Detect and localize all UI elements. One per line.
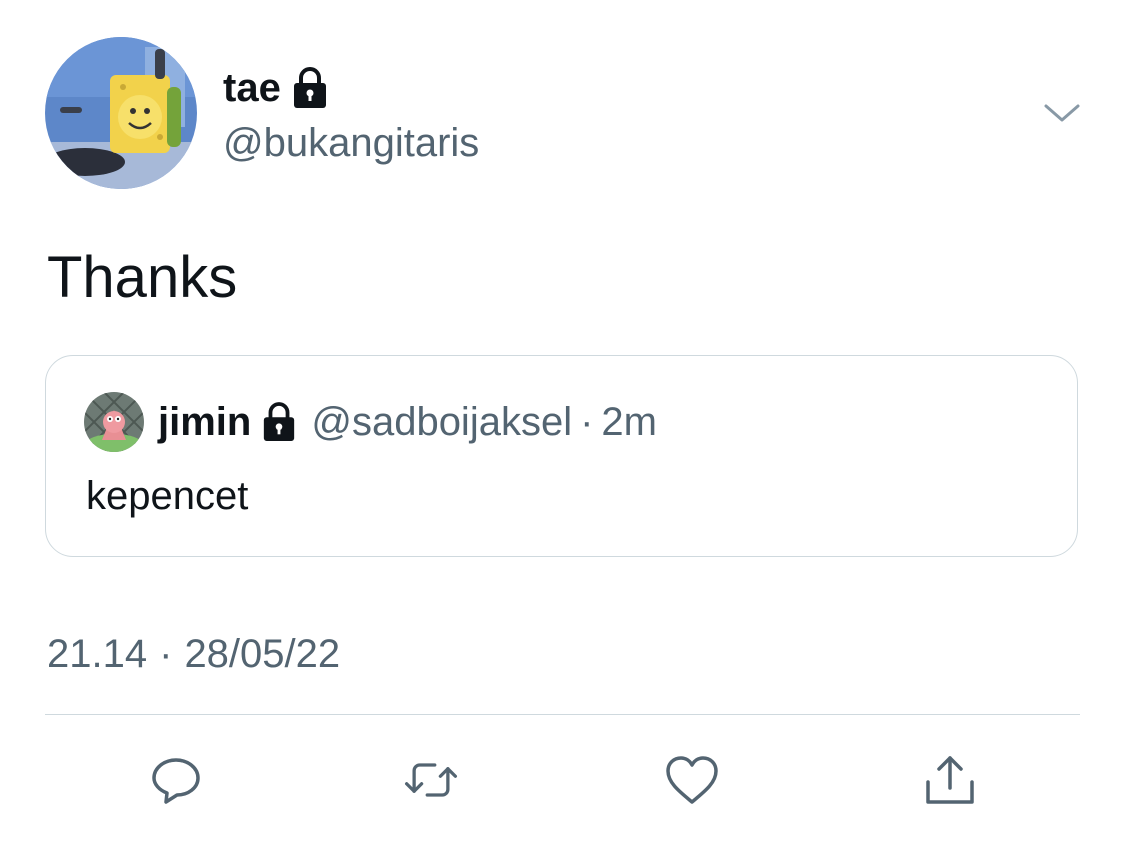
lock-icon — [291, 66, 329, 110]
reply-button[interactable] — [146, 752, 206, 808]
author-avatar[interactable] — [45, 37, 197, 189]
divider — [45, 714, 1080, 715]
tweet-text: Thanks — [47, 245, 238, 310]
share-icon — [926, 756, 974, 804]
lock-icon — [261, 401, 297, 443]
quoted-handle: @sadboijaksel — [311, 399, 573, 444]
author-display-name[interactable]: tae — [223, 62, 281, 114]
tweet-date: 28/05/22 — [184, 632, 341, 676]
share-button[interactable] — [920, 752, 980, 808]
author-name-row: tae — [223, 62, 329, 114]
tweet-meta-separator: · — [159, 632, 173, 676]
like-button[interactable] — [662, 752, 722, 808]
author-handle[interactable]: @bukangitaris — [223, 118, 479, 168]
spongebob-avatar-image — [45, 37, 197, 189]
patrick-avatar-image — [84, 392, 144, 452]
quoted-separator: · — [580, 399, 594, 444]
quoted-tweet-text: kepencet — [86, 474, 249, 518]
quoted-timestamp: 2m — [601, 399, 657, 444]
quoted-display-name: jimin — [158, 399, 252, 444]
reply-icon — [152, 758, 200, 804]
tweet-time: 21.14 — [47, 632, 148, 676]
quoted-tweet-card[interactable]: jimin @sadboijaksel · 2m kepencet — [45, 355, 1078, 557]
tweet-timestamp[interactable]: 21.14 · 28/05/22 — [47, 628, 340, 680]
like-icon — [666, 756, 718, 804]
quoted-author-avatar[interactable] — [84, 392, 144, 452]
retweet-button[interactable] — [401, 752, 461, 808]
retweet-icon — [404, 763, 458, 797]
chevron-down-icon[interactable] — [1040, 98, 1084, 128]
quoted-header: jimin @sadboijaksel · 2m — [158, 394, 657, 450]
